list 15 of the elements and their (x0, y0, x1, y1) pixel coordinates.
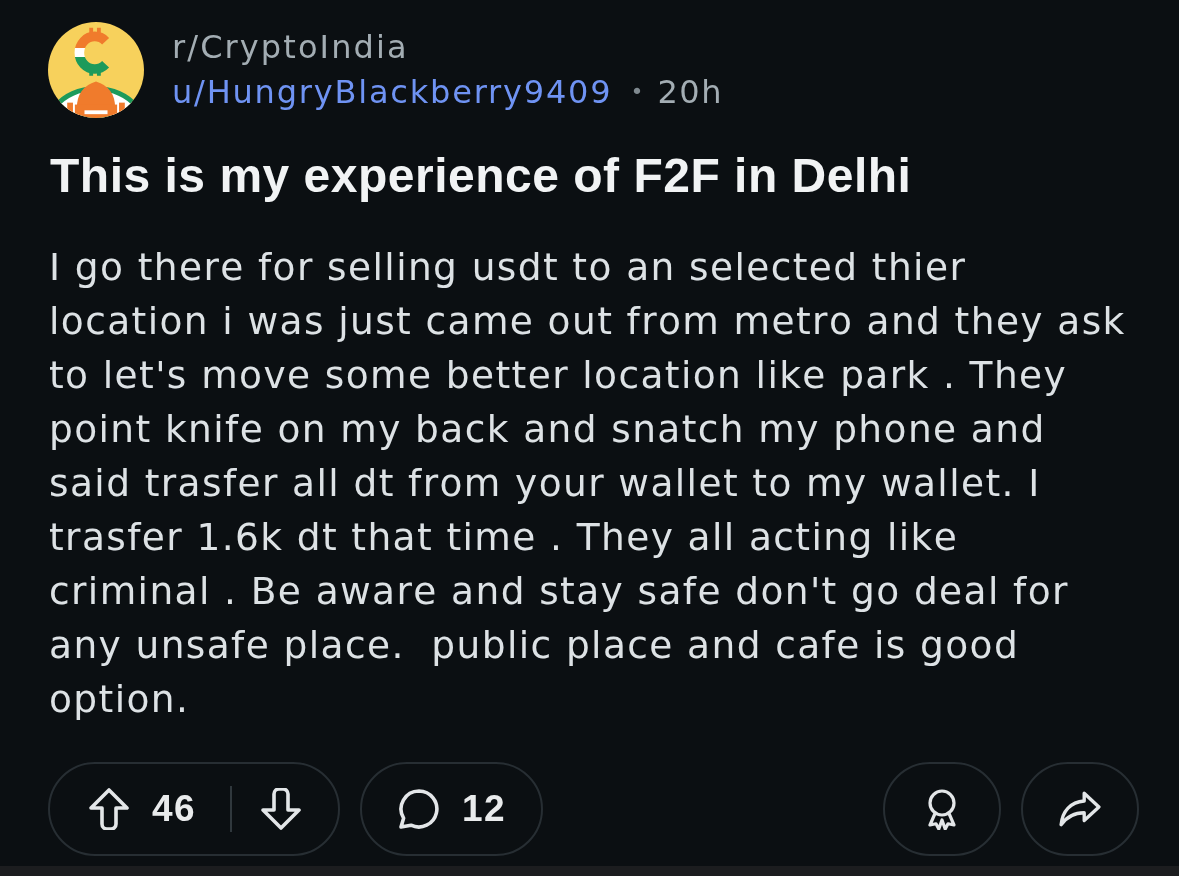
separator-dot: • (630, 78, 644, 106)
post-age: 20h (657, 72, 724, 113)
award-button[interactable] (883, 762, 1001, 856)
vote-count: 46 (152, 788, 197, 830)
post-title: This is my experience of F2F in Delhi (50, 148, 913, 204)
downvote-button[interactable] (260, 788, 303, 830)
subreddit-name[interactable]: r/CryptoIndia (172, 27, 724, 67)
comment-icon (398, 788, 440, 830)
upvote-button[interactable] (88, 788, 130, 830)
arrow-down-icon (260, 788, 303, 830)
author-link[interactable]: u/HungryBlackberry9409 (172, 71, 613, 113)
share-button[interactable] (1021, 762, 1139, 856)
comments-button[interactable]: 12 (360, 762, 543, 856)
arrow-up-icon (88, 788, 130, 830)
post-body: I go there for selling usdt to an selected thier location i was just came out from metro and they ask to let's move some better location like park . They point knife on my back and snatch my phone and said trasfer all dt from your wallet to my wallet. I trasfer 1.6k dt that time . They all acting like criminal . Be aware and stay safe don't go deal for any unsafe place. public place and cafe is good option. (49, 244, 1127, 723)
